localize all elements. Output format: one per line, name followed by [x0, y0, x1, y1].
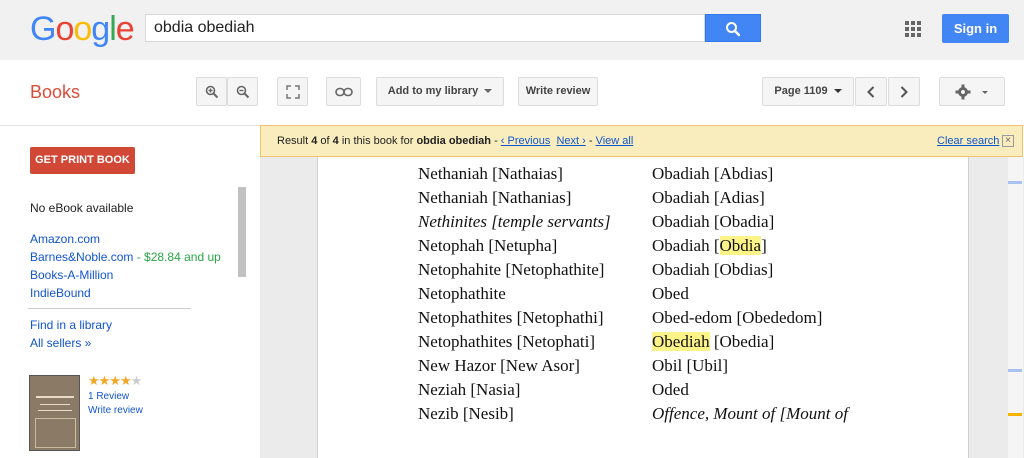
- search-result-banner: Result 4 of 4 in this book for obdia obe…: [260, 125, 1023, 157]
- page-select[interactable]: Page 1109: [762, 77, 854, 106]
- entry-left: New Hazor [New Asor]: [418, 356, 580, 375]
- search-highlight: Obediah: [652, 332, 710, 351]
- chevron-left-icon: [867, 85, 875, 98]
- star-icon: ★: [109, 373, 121, 388]
- add-to-library-button[interactable]: Add to my library: [376, 77, 504, 106]
- clear-search-link[interactable]: Clear search: [937, 135, 999, 147]
- apps-grid-icon[interactable]: [905, 21, 921, 37]
- entry-right: Obed-edom [Obededom]: [652, 308, 823, 327]
- entry-right: Oded: [652, 380, 689, 399]
- logo-letter: o: [55, 10, 74, 48]
- result-summary: Result 4 of 4 in this book for obdia obe…: [277, 135, 634, 147]
- all-sellers-link[interactable]: All sellers »: [30, 336, 91, 350]
- search-icon: [726, 22, 741, 37]
- dropdown-caret-icon: [484, 89, 493, 94]
- scroll-result-marker[interactable]: [1008, 181, 1022, 184]
- entry-left: Netophahite [Netophathite]: [418, 260, 605, 279]
- entry-right: Obil [Ubil]: [652, 356, 729, 375]
- entry-right: Obadiah [Adias]: [652, 188, 765, 207]
- seller-name: Amazon.com: [30, 232, 101, 246]
- entry-right-obdia: Obadiah [Obdia]: [652, 236, 767, 256]
- link-button[interactable]: [326, 77, 361, 106]
- entry-right: Obadiah [Obdias]: [652, 260, 774, 279]
- entry-text: ]: [761, 236, 767, 255]
- top-bar: Google obdia obediah Sign in: [0, 0, 1024, 60]
- chevron-right-icon: [900, 85, 908, 98]
- logo-letter: G: [30, 10, 56, 48]
- search-highlight: Obdia: [719, 236, 762, 255]
- entry-left: Nethinites [temple servants]: [418, 212, 611, 231]
- google-logo[interactable]: Google: [30, 10, 135, 49]
- scroll-result-marker[interactable]: [1008, 369, 1022, 372]
- zoom-out-icon: [236, 85, 249, 98]
- entry-right: Obadiah [Obadia]: [652, 212, 775, 231]
- star-icon: ★: [88, 373, 100, 388]
- find-in-library-link[interactable]: Find in a library: [30, 318, 112, 332]
- settings-button[interactable]: [939, 77, 1005, 106]
- book-cover-thumbnail[interactable]: [29, 375, 80, 451]
- entry-left: Nezib [Nesib]: [418, 404, 514, 423]
- link-icon: [334, 87, 353, 96]
- star-icon: ★: [130, 373, 143, 388]
- seller-link-amazon[interactable]: Amazon.com: [30, 232, 100, 246]
- get-print-book-button[interactable]: GET PRINT BOOK: [30, 147, 135, 174]
- rating-stars: ★★★★★: [88, 373, 143, 389]
- view-all-link[interactable]: View all: [596, 135, 634, 147]
- seller-link-books-a-million[interactable]: Books-A-Million: [30, 268, 113, 282]
- sidebar-divider: [28, 308, 191, 309]
- entry-left: Netophathites [Netophati]: [418, 332, 596, 351]
- fullscreen-button[interactable]: [277, 77, 308, 106]
- entry-right-obediah: Obediah [Obedia]: [652, 332, 774, 352]
- book-viewer[interactable]: Nethaniah [Nathaias] Obadiah [Abdias] Ne…: [260, 157, 1024, 458]
- seller-link-barnes-noble[interactable]: Barnes&Noble.com - $28.84 and up: [30, 250, 221, 264]
- fullscreen-icon: [285, 84, 300, 99]
- entry-left: Netophathite: [418, 284, 506, 303]
- previous-page-button[interactable]: [855, 77, 887, 106]
- next-page-button[interactable]: [888, 77, 920, 106]
- gear-icon: [955, 84, 988, 99]
- search-input[interactable]: obdia obediah: [145, 14, 705, 42]
- write-review-button[interactable]: Write review: [518, 77, 598, 106]
- book-page: Nethaniah [Nathaias] Obadiah [Abdias] Ne…: [317, 157, 969, 458]
- star-icon: ★: [119, 373, 132, 388]
- add-to-library-label: Add to my library: [387, 85, 479, 97]
- star-icon: ★: [98, 373, 111, 388]
- entry-right: Obadiah [Abdias]: [652, 164, 774, 183]
- seller-link-indiebound[interactable]: IndieBound: [30, 286, 91, 300]
- zoom-in-button[interactable]: [196, 77, 227, 106]
- seller-price: - $28.84 and up: [133, 250, 221, 264]
- entry-text: [Obedia]: [709, 332, 775, 351]
- entry-text: Obadiah [: [652, 236, 720, 255]
- sidebar-scrollbar[interactable]: [238, 187, 246, 277]
- seller-name: Barnes&Noble.com: [30, 250, 134, 264]
- entry-left: Netophathites [Netophathi]: [418, 308, 604, 327]
- zoom-in-icon: [205, 85, 218, 98]
- scroll-current-marker[interactable]: [1008, 413, 1022, 416]
- review-count-link[interactable]: 1 Review: [88, 391, 129, 402]
- zoom-out-button[interactable]: [227, 77, 258, 106]
- entry-left: Nethaniah [Nathanias]: [418, 188, 572, 207]
- entry-left: Nethaniah [Nathaias]: [418, 164, 563, 183]
- entry-right: Offence, Mount of [Mount of: [652, 404, 848, 423]
- page-number-label: Page 1109: [774, 85, 828, 97]
- logo-letter: e: [115, 10, 135, 48]
- books-section-title[interactable]: Books: [30, 82, 80, 103]
- dropdown-caret-icon: [833, 89, 842, 94]
- logo-letter: o: [73, 10, 92, 48]
- write-review-link[interactable]: Write review: [88, 405, 143, 416]
- no-ebook-text: No eBook available: [30, 201, 134, 215]
- previous-result-link[interactable]: ‹ Previous: [501, 135, 551, 147]
- seller-name: Books-A-Million: [30, 268, 114, 282]
- seller-name: IndieBound: [30, 286, 91, 300]
- entry-left: Netophah [Netupha]: [418, 236, 558, 255]
- books-toolbar: Books Add to my library Write review Pag…: [0, 60, 1024, 126]
- next-result-link[interactable]: Next ›: [556, 135, 585, 147]
- search-button[interactable]: [705, 14, 761, 42]
- sidebar: GET PRINT BOOK No eBook available Amazon…: [0, 125, 258, 458]
- logo-letter: g: [91, 10, 110, 48]
- sign-in-button[interactable]: Sign in: [942, 14, 1009, 43]
- entry-left: Neziah [Nasia]: [418, 380, 521, 399]
- entry-right: Obed: [652, 284, 689, 303]
- close-icon[interactable]: ×: [1002, 135, 1014, 147]
